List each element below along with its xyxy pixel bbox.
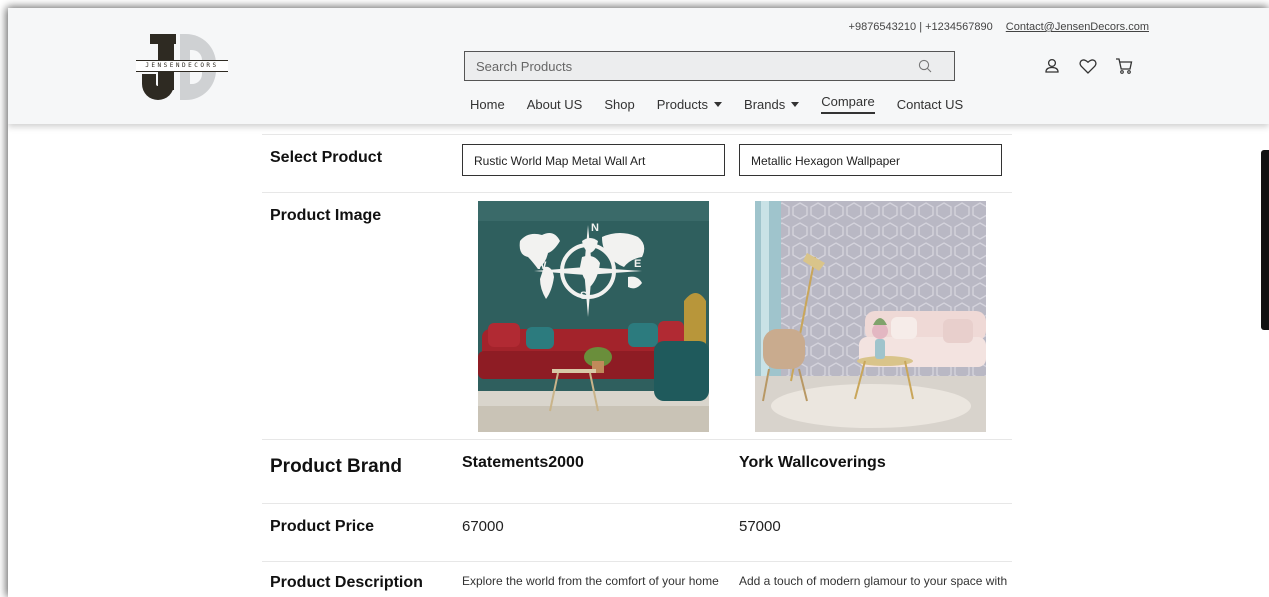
svg-text:N: N (591, 222, 599, 234)
product-image-label: Product Image (270, 207, 382, 224)
side-tab[interactable] (1261, 150, 1269, 330)
main-nav: Home About US Shop Products Brands Compa… (470, 94, 985, 114)
hexagon-wallpaper-room-image (755, 201, 986, 432)
nav-contact-us-label: Contact US (896, 96, 964, 112)
product-1-select[interactable]: Rustic World Map Metal Wall Art (462, 144, 725, 176)
product-2-image[interactable] (755, 201, 986, 432)
search-icon[interactable] (918, 59, 932, 73)
brand-logo[interactable]: JENSENDECORS (136, 34, 228, 102)
contact-email-link[interactable]: Contact@JensenDecors.com (1006, 21, 1149, 33)
product-image-row: Product Image N W E S (262, 192, 1012, 439)
product-2-description: Add a touch of modern glamour to your sp… (739, 574, 1008, 588)
cart-icon[interactable] (1114, 56, 1134, 76)
compare-table: Select Product Rustic World Map Metal Wa… (262, 134, 1012, 597)
product-1-brand: Statements2000 (462, 454, 584, 471)
site-header: JENSENDECORS +9876543210 | +1234567890 C… (8, 8, 1269, 124)
heart-icon[interactable] (1078, 56, 1098, 76)
nav-home[interactable]: Home (470, 94, 505, 114)
product-brand-row: Product Brand Statements2000 York Wallco… (262, 439, 1012, 503)
select-product-row: Select Product Rustic World Map Metal Wa… (262, 134, 1012, 192)
nav-shop-label: Shop (604, 96, 635, 112)
nav-brands[interactable]: Brands (744, 94, 800, 114)
nav-products-label: Products (656, 96, 709, 112)
svg-text:W: W (536, 260, 547, 272)
header-icons (1042, 56, 1134, 76)
product-1-price: 67000 (462, 518, 504, 535)
product-brand-label: Product Brand (270, 456, 402, 477)
nav-brands-label: Brands (744, 96, 786, 112)
nav-home-label: Home (470, 96, 505, 112)
nav-about-us[interactable]: About US (527, 94, 583, 114)
nav-about-us-label: About US (526, 96, 583, 112)
page: JENSENDECORS +9876543210 | +1234567890 C… (8, 8, 1269, 597)
svg-text:S: S (580, 290, 587, 302)
search-input[interactable] (465, 52, 954, 80)
contact-line: +9876543210 | +1234567890 Contact@Jensen… (849, 21, 1149, 33)
world-map-living-room-image: N W E S (478, 201, 709, 432)
product-description-row: Product Description Explore the world fr… (262, 561, 1012, 597)
product-2-price: 57000 (739, 518, 781, 535)
search-bar (464, 51, 955, 81)
product-price-row: Product Price 67000 57000 (262, 503, 1012, 561)
nav-shop[interactable]: Shop (604, 94, 634, 114)
nav-compare[interactable]: Compare (821, 94, 875, 114)
select-product-label: Select Product (270, 149, 383, 166)
phone-numbers: +9876543210 | +1234567890 (848, 21, 993, 33)
user-icon[interactable] (1042, 56, 1062, 76)
product-description-label: Product Description (270, 574, 423, 591)
nav-compare-label: Compare (821, 94, 875, 109)
product-1-image[interactable]: N W E S (478, 201, 709, 432)
nav-products[interactable]: Products (656, 94, 723, 114)
nav-contact-us[interactable]: Contact US (897, 94, 963, 114)
chevron-down-icon (714, 101, 723, 107)
product-price-label: Product Price (270, 518, 375, 535)
svg-text:E: E (634, 258, 641, 270)
product-2-select[interactable]: Metallic Hexagon Wallpaper (739, 144, 1002, 176)
chevron-down-icon (791, 101, 800, 107)
logo-text: JENSENDECORS (145, 62, 219, 69)
product-1-description: Explore the world from the comfort of yo… (462, 574, 719, 588)
product-2-brand: York Wallcoverings (739, 454, 886, 471)
